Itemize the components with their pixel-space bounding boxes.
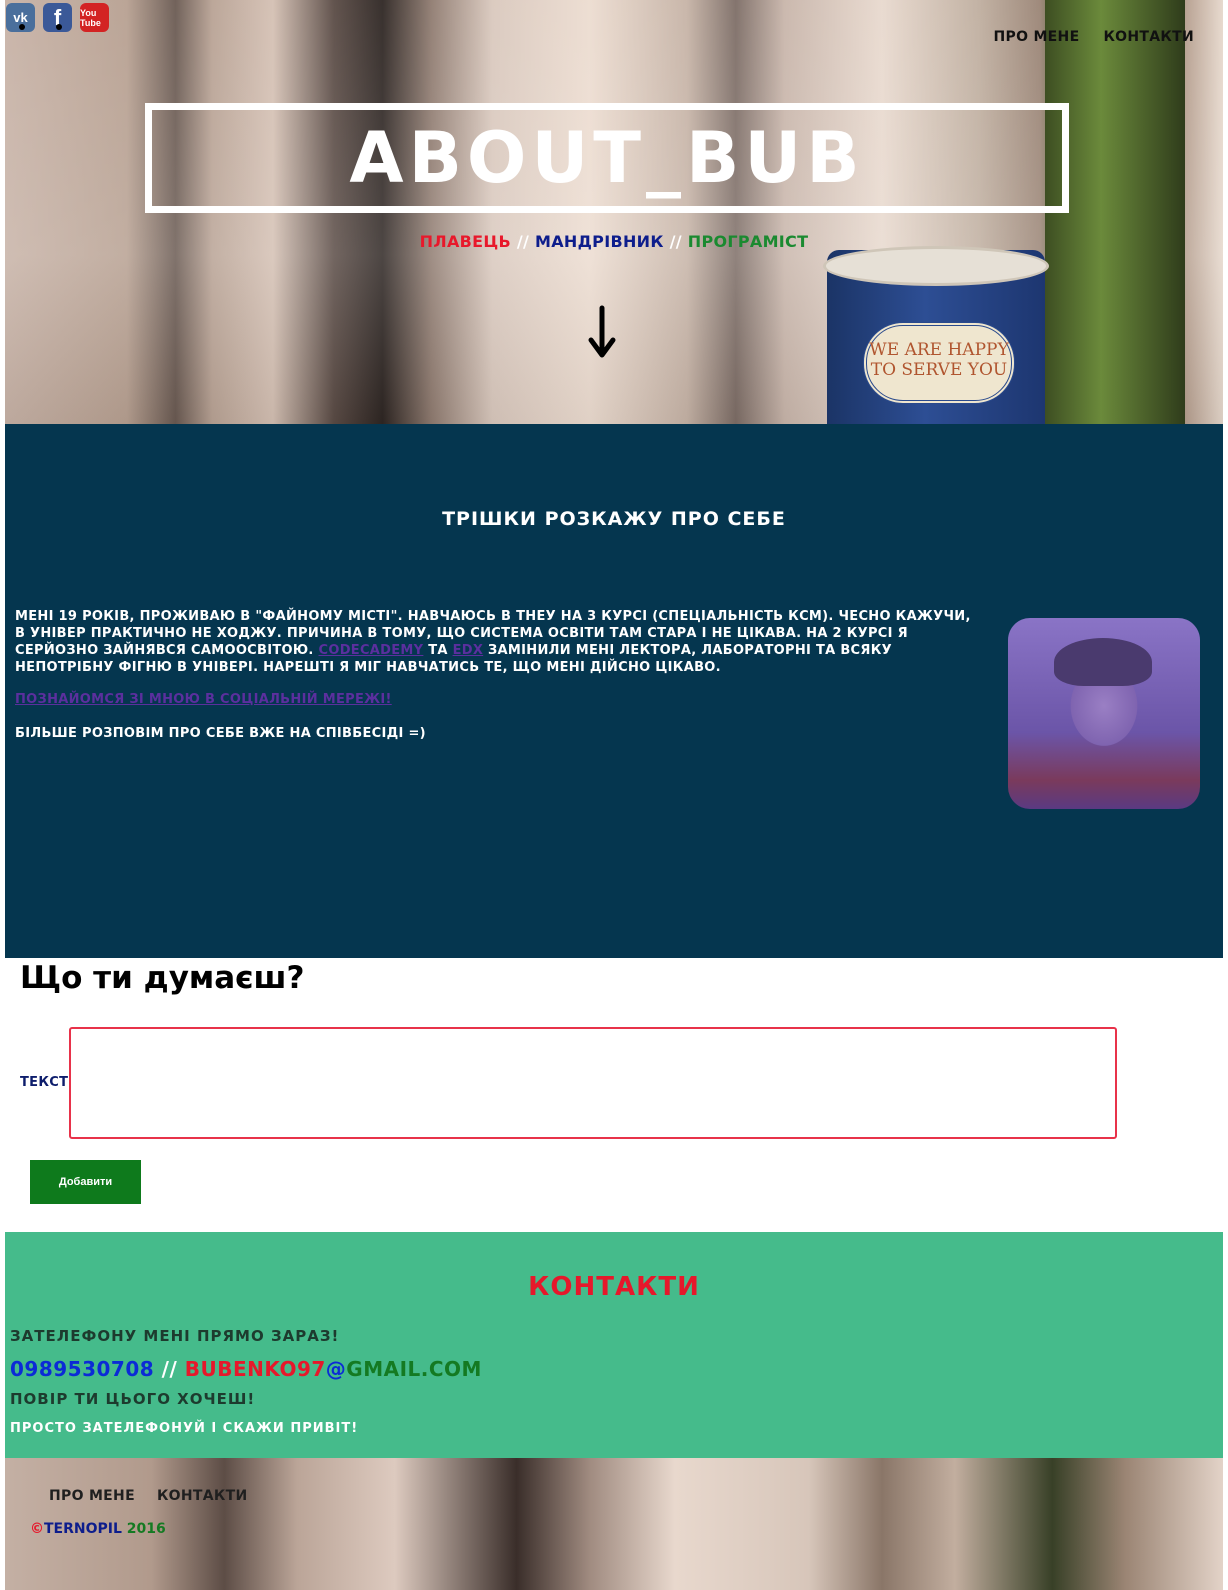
comment-heading: Що ти думаєш? (20, 960, 305, 996)
cursor-dot (19, 24, 25, 30)
arrow-down-icon[interactable] (588, 300, 616, 364)
about-heading: ТРІШКИ РОЗКАЖУ ПРО СЕБЕ (442, 508, 786, 530)
contacts-callout: ЗАТЕЛЕФОНУ МЕНІ ПРЯМО ЗАРАЗ! (10, 1327, 340, 1345)
comment-textarea[interactable] (69, 1027, 1117, 1139)
about-text-and: ТА (423, 643, 453, 658)
nav-about-link[interactable]: ПРО МЕНЕ (994, 29, 1080, 45)
role-traveler: МАНДРІВНИК (535, 232, 664, 251)
top-nav: ПРО МЕНЕ КОНТАКТИ (994, 29, 1195, 45)
youtube-icon[interactable]: You Tube (80, 3, 109, 32)
vk-icon[interactable]: vk (6, 3, 35, 32)
photo-hair (1054, 638, 1152, 686)
role-programmer: ПРОГРАМІСТ (687, 232, 809, 251)
role-swimmer: ПЛАВЕЦЬ (419, 232, 511, 251)
title-box: ABOUT_BUB (145, 103, 1069, 213)
page-title: ABOUT_BUB (349, 117, 865, 199)
email-domain[interactable]: GMAIL.COM (346, 1357, 482, 1381)
footer-contacts-link[interactable]: КОНТАКТИ (157, 1488, 248, 1504)
role-separator: // (663, 232, 688, 251)
contact-info: 0989530708 // BUBENKO97@GMAIL.COM (10, 1357, 482, 1381)
facebook-icon[interactable]: f (43, 3, 72, 32)
social-network-link[interactable]: ПОЗНАЙОМСЯ ЗІ МНОЮ В СОЦІАЛЬНІЙ МЕРЕЖІ! (15, 692, 392, 707)
contacts-heading: КОНТАКТИ (528, 1272, 700, 1302)
role-separator: // (511, 232, 536, 251)
about-closing: БІЛЬШЕ РОЗПОВІМ ПРО СЕБЕ ВЖЕ НА СПІВБЕСІ… (15, 726, 426, 741)
social-links: vk f You Tube (6, 3, 109, 32)
hero-section: WE ARE HAPPY TO SERVE YOU vk f You Tube … (5, 0, 1223, 424)
copyright-year: 2016 (121, 1521, 166, 1537)
footer-about-link[interactable]: ПРО МЕНЕ (49, 1488, 135, 1504)
comment-section: Що ти думаєш? ТЕКСТ Добавити (5, 958, 1223, 1232)
about-text: МЕНІ 19 РОКІВ, ПРОЖИВАЮ В "ФАЙНОМУ МІСТІ… (15, 608, 975, 676)
footer-nav: ПРО МЕНЕ КОНТАКТИ (49, 1488, 248, 1504)
phone-number[interactable]: 0989530708 (10, 1357, 154, 1381)
contacts-section: КОНТАКТИ ЗАТЕЛЕФОНУ МЕНІ ПРЯМО ЗАРАЗ! 09… (5, 1232, 1223, 1458)
cursor-dot (56, 24, 62, 30)
profile-photo (1008, 618, 1200, 809)
subtitle: ПЛАВЕЦЬ // МАНДРІВНИК // ПРОГРАМІСТ (5, 232, 1223, 251)
email-at[interactable]: @ (326, 1357, 347, 1381)
comment-label: ТЕКСТ (20, 1075, 69, 1090)
footer: ПРО МЕНЕ КОНТАКТИ ©TERNOPIL 2016 (5, 1458, 1223, 1590)
copyright-sign: © (30, 1521, 44, 1537)
edx-link[interactable]: EDX (453, 643, 484, 658)
contacts-line4: ПРОСТО ЗАТЕЛЕФОНУЙ І СКАЖИ ПРИВІТ! (10, 1421, 359, 1436)
nav-contacts-link[interactable]: КОНТАКТИ (1103, 29, 1194, 45)
codecademy-link[interactable]: CODECADEMY (319, 643, 424, 658)
background-cup-rim (823, 246, 1049, 286)
cup-label-text: WE ARE HAPPY TO SERVE YOU (863, 322, 1015, 404)
about-section: ТРІШКИ РОЗКАЖУ ПРО СЕБЕ МЕНІ 19 РОКІВ, П… (5, 424, 1223, 958)
contacts-line3: ПОВІР ТИ ЦЬОГО ХОЧЕШ! (10, 1390, 256, 1408)
page: WE ARE HAPPY TO SERVE YOU vk f You Tube … (5, 0, 1223, 1590)
copyright: ©TERNOPIL 2016 (30, 1521, 166, 1537)
copyright-city: TERNOPIL (44, 1521, 122, 1537)
contact-separator: // (154, 1357, 185, 1381)
email-user[interactable]: BUBENKO97 (185, 1357, 326, 1381)
add-button[interactable]: Добавити (30, 1160, 141, 1204)
